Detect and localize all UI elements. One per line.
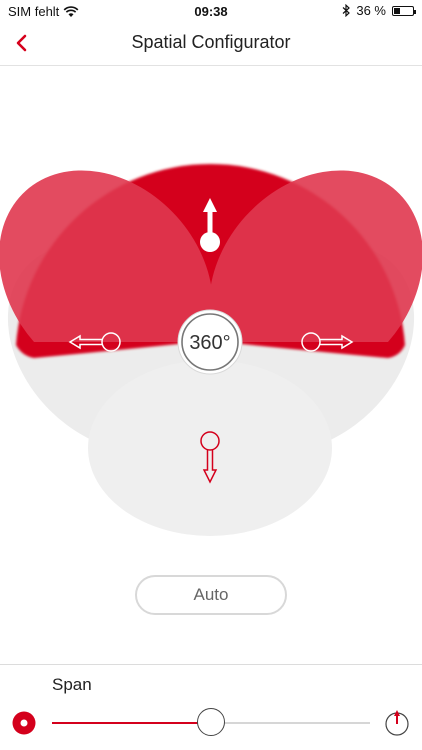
page-title: Spatial Configurator	[131, 32, 291, 52]
configurator-canvas: 360°	[0, 163, 422, 536]
span-label: Span	[52, 675, 92, 694]
center-dial[interactable]: 360°	[177, 309, 243, 375]
nav-bar: Spatial Configurator	[0, 22, 422, 66]
record-dot-icon[interactable]	[12, 711, 36, 735]
battery-icon	[392, 5, 416, 16]
span-slider[interactable]	[52, 708, 370, 736]
bluetooth-icon	[342, 4, 351, 17]
battery-level	[394, 7, 400, 14]
rear-lobe[interactable]	[88, 360, 332, 536]
span-panel: Span	[0, 664, 422, 750]
auto-button[interactable]: Auto	[135, 575, 287, 615]
status-bar: SIM fehlt 09:38 36 %	[0, 0, 422, 22]
arrow-circle-icon[interactable]	[383, 707, 411, 737]
center-label: 360°	[189, 332, 230, 354]
span-slider-fill	[52, 722, 211, 724]
spatial-configurator[interactable]: 360°	[0, 66, 422, 566]
status-right: 36 %	[342, 3, 416, 18]
span-slider-thumb[interactable]	[197, 708, 225, 736]
battery-percent: 36 %	[356, 3, 386, 18]
